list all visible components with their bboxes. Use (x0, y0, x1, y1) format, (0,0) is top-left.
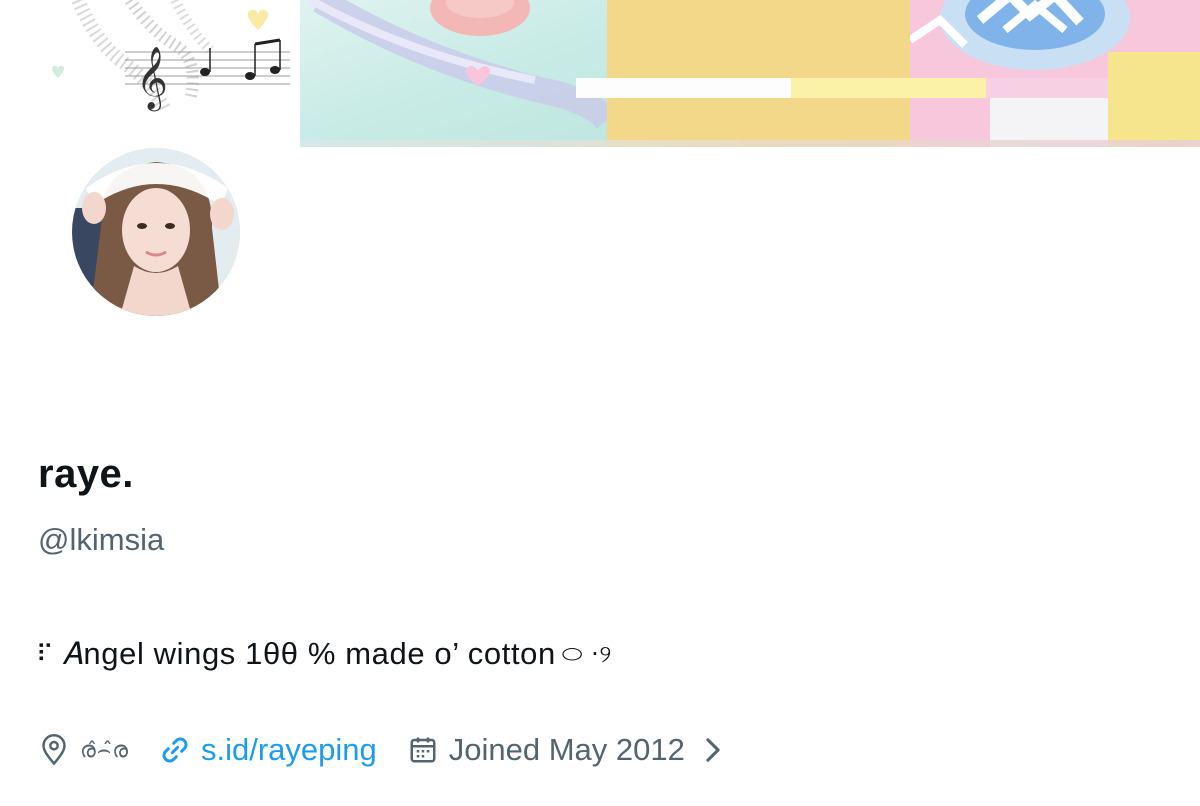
banner-edge (300, 140, 1200, 147)
profile-joined[interactable]: Joined May 2012 (405, 732, 723, 768)
bio-text: 𝐴ngel wings 1θθ % made o’ cotton (62, 636, 556, 671)
link-icon (157, 732, 193, 768)
profile-banner[interactable]: 𝄞 (0, 0, 1200, 147)
bio-suffix-symbol: ⬭ ·୨ (561, 640, 612, 668)
banner-panel-music: 𝄞 (0, 0, 300, 147)
banner-block-yellow (1108, 52, 1200, 147)
profile-location: ര̂⌢̂ര (36, 732, 129, 768)
calendar-icon (405, 732, 441, 768)
profile-bio: ⠏ 𝐴ngel wings 1θθ % made o’ cotton ⬭ ·୨ (36, 636, 612, 673)
chevron-right-icon[interactable] (703, 736, 723, 764)
profile-website[interactable]: s.id/rayeping (157, 732, 377, 768)
banner-panel-yellow (607, 0, 910, 147)
profile-handle: @lkimsia (38, 522, 165, 557)
banner-panel-mint (300, 0, 607, 147)
map-pin-icon (36, 732, 72, 768)
svg-text:𝄞: 𝄞 (136, 46, 168, 112)
joined-date: Joined May 2012 (448, 732, 685, 767)
bio-prefix-symbol: ⠏ (36, 640, 55, 668)
banner-stripe-white (576, 78, 791, 98)
display-name: raye. (38, 452, 134, 496)
banner-stripe-yellow (791, 78, 986, 98)
website-link[interactable]: s.id/rayeping (201, 732, 377, 768)
location-text: ര̂⌢̂ര (80, 737, 129, 763)
profile-avatar[interactable] (68, 144, 244, 320)
profile-meta: ര̂⌢̂ര s.id/rayeping Joined May 2012 (36, 728, 751, 772)
